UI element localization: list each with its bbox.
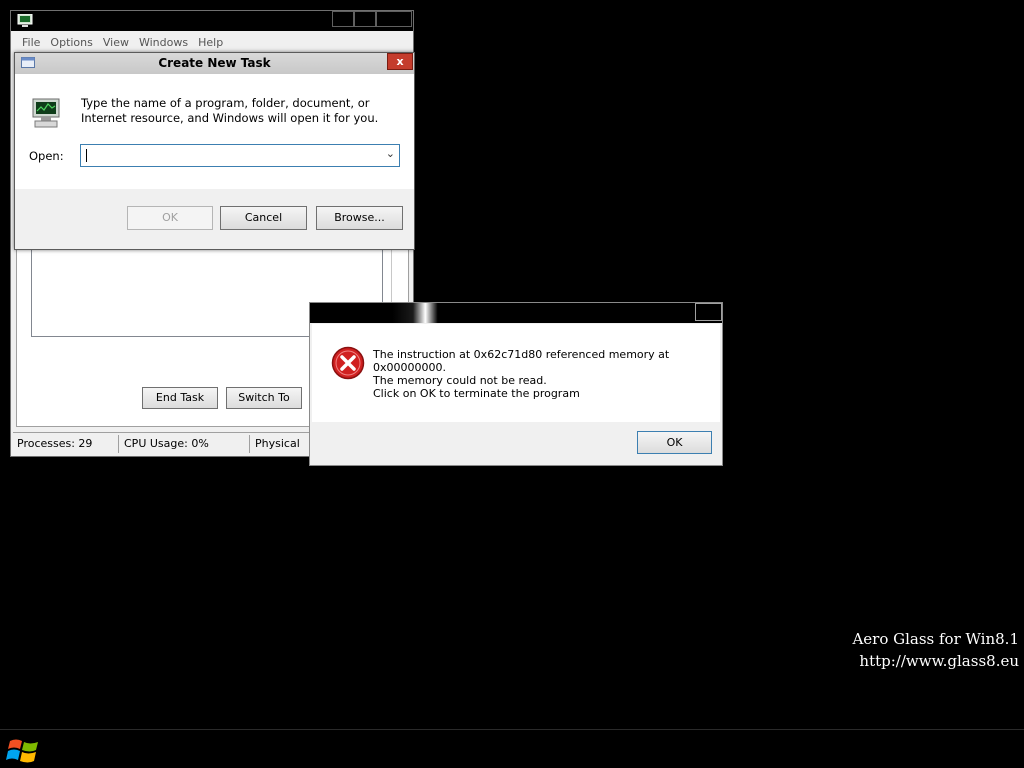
processes-count: Processes: 29: [13, 435, 119, 453]
minimize-button[interactable]: [332, 11, 354, 27]
end-task-button[interactable]: End Task: [142, 387, 218, 409]
dialog-close-button[interactable]: x: [387, 53, 413, 70]
windows-start-icon[interactable]: [6, 734, 42, 766]
switch-to-button[interactable]: Switch To: [226, 387, 302, 409]
cancel-button[interactable]: Cancel: [220, 206, 307, 230]
error-line-2: The memory could not be read.: [373, 374, 547, 387]
menu-view[interactable]: View: [98, 33, 134, 49]
open-input[interactable]: ⌄: [80, 144, 400, 167]
maximize-button[interactable]: [354, 11, 376, 27]
menu-file[interactable]: File: [17, 33, 45, 49]
task-manager-titlebar[interactable]: [11, 11, 413, 31]
error-line-3: Click on OK to terminate the program: [373, 387, 580, 400]
task-manager-icon: [17, 14, 33, 27]
taskbar: [0, 729, 1024, 768]
chevron-down-icon[interactable]: ⌄: [386, 147, 395, 160]
menu-options[interactable]: Options: [45, 33, 97, 49]
error-titlebar[interactable]: [310, 303, 722, 323]
close-button[interactable]: [376, 11, 412, 27]
dialog-message: Type the name of a program, folder, docu…: [81, 96, 379, 125]
text-caret: [86, 149, 87, 162]
create-new-task-dialog: Create New Task x Type the name of a pro…: [14, 52, 415, 250]
desktop-watermark: Aero Glass for Win8.1 http://www.glass8.…: [852, 628, 1019, 672]
physical-memory: Physical Me: [255, 437, 300, 468]
error-line-1: The instruction at 0x62c71d80 referenced…: [373, 348, 670, 374]
error-dialog: The instruction at 0x62c71d80 referenced…: [309, 302, 723, 466]
dialog-title: Create New Task: [158, 56, 271, 70]
browse-button[interactable]: Browse...: [316, 206, 403, 230]
menu-windows[interactable]: Windows: [134, 33, 193, 49]
dialog-content: [15, 74, 414, 189]
error-ok-button[interactable]: OK: [637, 431, 712, 454]
computer-icon: [32, 98, 60, 128]
cpu-usage: CPU Usage: 0%: [120, 435, 250, 453]
dialog-titlebar[interactable]: Create New Task x: [15, 53, 414, 74]
error-message: The instruction at 0x62c71d80 referenced…: [373, 348, 713, 387]
error-icon: [331, 346, 365, 380]
watermark-url: http://www.glass8.eu: [859, 652, 1019, 670]
menu-help[interactable]: Help: [193, 33, 228, 49]
ok-button[interactable]: OK: [127, 206, 213, 230]
menu-bar: File Options View Windows Help: [17, 33, 409, 52]
error-close-button[interactable]: [695, 303, 722, 321]
open-label: Open:: [29, 149, 64, 163]
watermark-title: Aero Glass for Win8.1: [852, 630, 1019, 648]
